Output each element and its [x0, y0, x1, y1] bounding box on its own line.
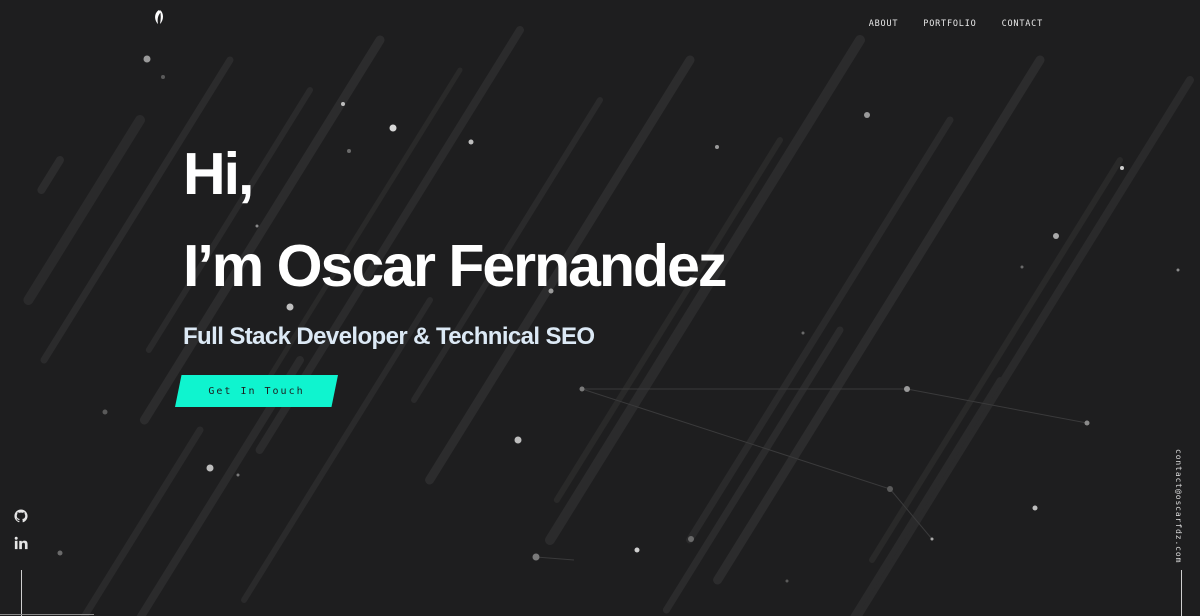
background-streak [37, 156, 64, 194]
cta-label: Get In Touch [208, 385, 305, 397]
page: ABOUT PORTFOLIO CONTACT Hi, I’m Oscar Fe… [0, 0, 1200, 616]
background-particle [887, 486, 893, 492]
background-particle [1120, 166, 1124, 170]
main-nav: ABOUT PORTFOLIO CONTACT [869, 19, 1043, 29]
background-particle [57, 550, 63, 556]
social-links [14, 509, 30, 563]
background-streak [869, 157, 1123, 563]
background-streak [686, 116, 954, 544]
nav-portfolio-link[interactable]: PORTFOLIO [923, 19, 976, 29]
background-particle [514, 436, 522, 444]
background-particle [1032, 505, 1038, 511]
nav-about-link[interactable]: ABOUT [869, 19, 899, 29]
background-particle [1084, 420, 1090, 426]
background-particle [161, 75, 165, 79]
background-streak [852, 76, 1194, 616]
background-particle [904, 386, 910, 392]
background-particle [634, 547, 640, 553]
email-link[interactable]: contact@oscarfdz.com [1174, 449, 1183, 563]
network-line [581, 388, 891, 490]
background-particle [1053, 233, 1059, 239]
background-particle [579, 386, 585, 392]
background-particle [1020, 265, 1024, 269]
background-particle [688, 536, 694, 542]
right-vertical-line [1181, 570, 1182, 616]
network-line [535, 556, 575, 561]
left-vertical-line [21, 570, 22, 616]
background-particle [801, 331, 805, 335]
background-particle [532, 553, 540, 561]
background-particle [1176, 268, 1180, 272]
bottom-progress-line [0, 614, 94, 615]
background-particle [341, 102, 345, 106]
github-icon[interactable] [14, 509, 28, 523]
background-streak [662, 326, 844, 614]
background-particle [930, 537, 934, 541]
background-streak [713, 55, 1045, 585]
background-streak [850, 377, 1003, 616]
hero-subtitle: Full Stack Developer & Technical SEO [183, 323, 595, 350]
leaf-logo-icon[interactable] [152, 9, 166, 25]
background-particle [206, 464, 214, 472]
get-in-touch-button[interactable]: Get In Touch [175, 375, 338, 407]
background-streak [80, 426, 204, 616]
background-streak [23, 115, 145, 305]
hero-section: Hi, I’m Oscar Fernandez Full Stack Devel… [183, 128, 727, 351]
linkedin-icon[interactable] [14, 536, 28, 550]
background-particle [143, 55, 151, 63]
background-particle [102, 409, 108, 415]
background-particle [236, 473, 240, 477]
hero-name: I’m Oscar Fernandez [183, 233, 727, 299]
background-particle [785, 579, 789, 583]
email-sidebar: contact@oscarfdz.com [1174, 449, 1188, 563]
nav-contact-link[interactable]: CONTACT [1002, 19, 1043, 29]
hero-greeting: Hi, [183, 141, 254, 207]
background-particle [864, 112, 870, 118]
